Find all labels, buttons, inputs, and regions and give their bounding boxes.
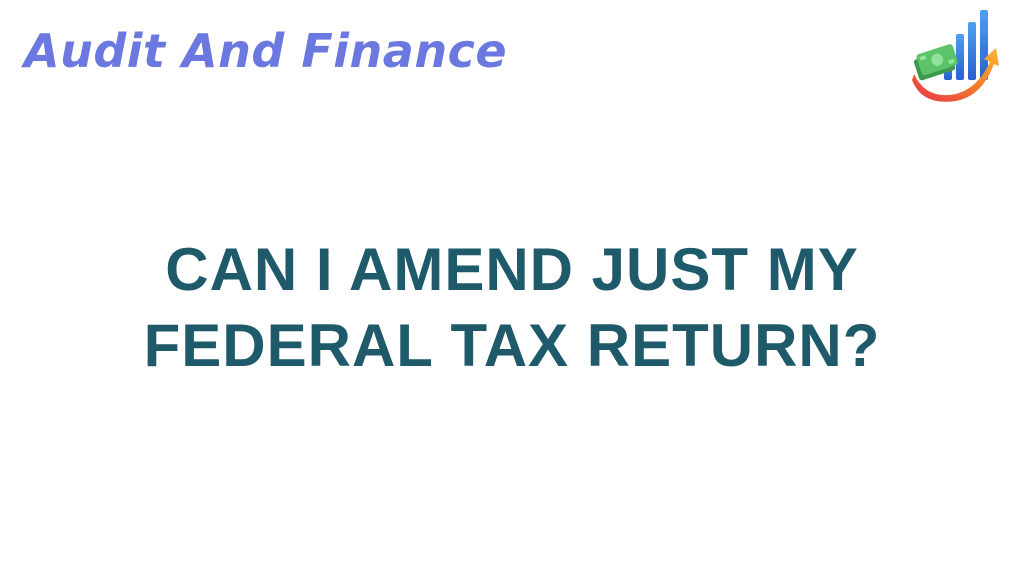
article-title-line: CAN I AMEND JUST MY bbox=[165, 236, 859, 304]
chart-money-arrow-icon[interactable] bbox=[904, 4, 1004, 104]
money-icon bbox=[913, 44, 958, 81]
article-title-line: FEDERAL TAX RETURN? bbox=[143, 312, 881, 380]
page: Audit And Finance CAN I AMEND JUST MY FE… bbox=[0, 0, 1024, 576]
site-logo-text[interactable]: Audit And Finance bbox=[24, 28, 507, 74]
logo-bar bbox=[968, 22, 976, 80]
logo-bar bbox=[956, 34, 964, 80]
logo-graphic bbox=[912, 10, 999, 102]
article-title: CAN I AMEND JUST MY FEDERAL TAX RETURN? bbox=[0, 232, 1024, 384]
